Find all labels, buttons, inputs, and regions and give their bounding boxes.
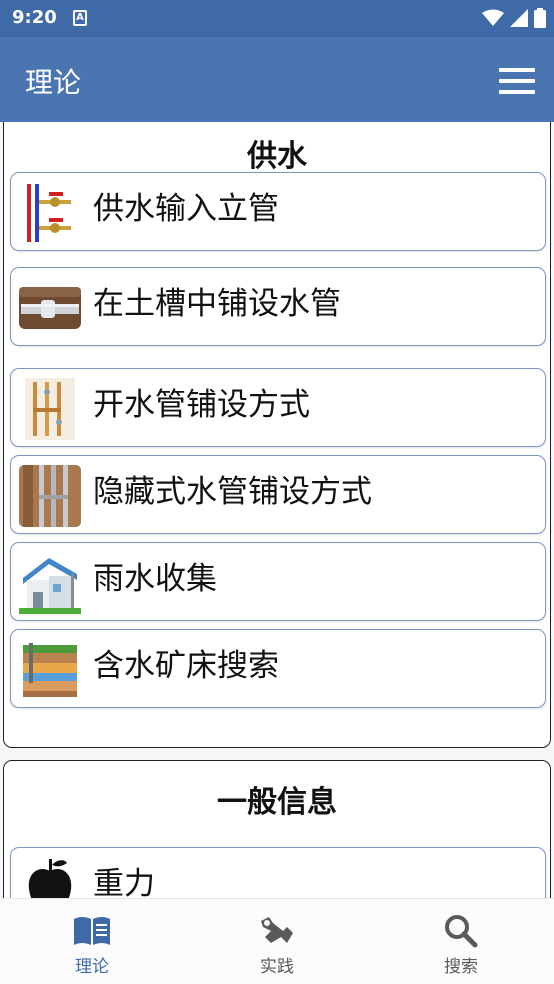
apple-icon: [28, 859, 72, 898]
list-item-label: 供水输入立管: [93, 191, 279, 227]
open-pipes-icon: [25, 378, 75, 440]
tools-icon: [261, 917, 293, 943]
content-scroll-area[interactable]: 供水 供水输入立管 在土槽中铺设水管 开水管铺设方式 隐藏式水管铺设方式 雨水收…: [0, 122, 554, 898]
list-item-aquifer-search[interactable]: 含水矿床搜索: [10, 629, 546, 708]
battery-icon: [534, 8, 546, 28]
section-general-info: 一般信息 重力: [3, 760, 551, 898]
tab-search[interactable]: 搜索: [369, 899, 553, 984]
page-title: 理论: [25, 66, 82, 99]
list-item-trench-pipe[interactable]: 在土槽中铺设水管: [10, 267, 546, 346]
list-item-label: 隐藏式水管铺设方式: [93, 474, 372, 510]
status-icons: [482, 8, 546, 28]
list-item-label: 雨水收集: [93, 561, 217, 597]
tab-label: 理论: [75, 957, 109, 977]
search-icon: [445, 915, 478, 948]
hamburger-menu-icon[interactable]: [499, 68, 535, 94]
section-title: 供水: [247, 139, 307, 174]
status-bar: 9:20 A: [0, 0, 554, 37]
list-item-gravity[interactable]: 重力: [10, 847, 546, 898]
notification-icon: A: [73, 10, 87, 26]
trench-pipe-icon: [19, 287, 81, 329]
list-item-open-pipe-laying[interactable]: 开水管铺设方式: [10, 368, 546, 447]
list-item-water-input-riser[interactable]: 供水输入立管: [10, 172, 546, 251]
tab-label: 搜索: [444, 957, 478, 977]
bottom-nav: 理论 实践 搜索: [0, 898, 554, 984]
list-item-label: 开水管铺设方式: [93, 387, 310, 423]
signal-icon: [510, 9, 528, 27]
tab-theory[interactable]: 理论: [0, 899, 184, 984]
list-item-label: 在土槽中铺设水管: [93, 286, 341, 322]
status-time: 9:20: [12, 7, 57, 28]
section-water-supply: 供水 供水输入立管 在土槽中铺设水管 开水管铺设方式 隐藏式水管铺设方式 雨水收…: [3, 122, 551, 748]
tab-practice[interactable]: 实践: [185, 899, 369, 984]
aquifer-layers-icon: [23, 643, 77, 697]
list-item-label: 重力: [93, 866, 155, 898]
app-bar: 理论: [0, 37, 554, 122]
section-title: 一般信息: [217, 785, 337, 820]
rain-house-icon: [19, 558, 81, 614]
tab-label: 实践: [260, 957, 294, 977]
wifi-icon: [482, 9, 504, 26]
list-item-label: 含水矿床搜索: [93, 648, 279, 684]
list-item-rainwater-collection[interactable]: 雨水收集: [10, 542, 546, 621]
hidden-pipes-icon: [19, 465, 81, 527]
valve-pipes-icon: [27, 184, 71, 242]
list-item-hidden-pipe-laying[interactable]: 隐藏式水管铺设方式: [10, 455, 546, 534]
book-icon: [74, 917, 110, 945]
